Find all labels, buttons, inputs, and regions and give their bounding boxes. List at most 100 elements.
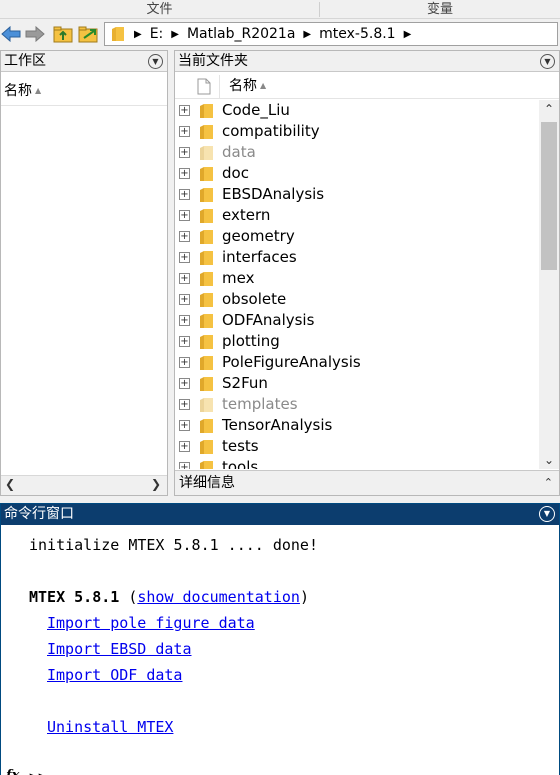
expand-details-icon[interactable]: ⌃ — [544, 471, 553, 495]
folder-row[interactable]: + doc — [175, 163, 531, 184]
details-header[interactable]: 详细信息 ⌃ — [175, 470, 559, 495]
expand-icon[interactable]: + — [179, 420, 190, 431]
breadcrumb-arrow-icon[interactable]: ▶ — [129, 29, 147, 40]
expand-icon[interactable]: + — [179, 294, 190, 305]
breadcrumb-arrow-icon[interactable]: ▶ — [298, 29, 316, 40]
folder-name: extern — [222, 206, 271, 224]
folder-name: tests — [222, 437, 259, 455]
folder-icon — [200, 188, 213, 202]
expand-icon[interactable]: + — [179, 126, 190, 137]
command-output[interactable]: initialize MTEX 5.8.1 .... done! MTEX 5.… — [25, 526, 559, 775]
command-gutter — [1, 526, 25, 775]
folder-icon — [200, 125, 213, 139]
scroll-up-icon[interactable]: ⌃ — [539, 100, 559, 118]
expand-icon[interactable]: + — [179, 189, 190, 200]
expand-icon[interactable]: + — [179, 231, 190, 242]
breadcrumb-arrow-icon[interactable]: ▶ — [399, 29, 417, 40]
breadcrumb-mtex[interactable]: mtex-5.8.1 — [316, 26, 398, 42]
tab-variables[interactable]: 变量 — [320, 0, 560, 19]
mtex-version-label: MTEX 5.8.1 — [29, 588, 120, 606]
folder-row[interactable]: + PoleFigureAnalysis — [175, 352, 531, 373]
folder-name: S2Fun — [222, 374, 268, 392]
workspace-name-column[interactable]: 名称 ▲ — [1, 80, 167, 106]
scroll-right-icon[interactable]: ❯ — [151, 477, 161, 491]
expand-icon[interactable]: + — [179, 378, 190, 389]
command-prompt[interactable]: >> — [29, 768, 47, 775]
expand-icon[interactable]: + — [179, 273, 190, 284]
scroll-left-icon[interactable]: ❮ — [5, 477, 15, 491]
expand-icon[interactable]: + — [179, 210, 190, 221]
folder-row[interactable]: + Code_Liu — [175, 100, 531, 121]
folder-row[interactable]: + extern — [175, 205, 531, 226]
file-type-icon — [197, 78, 211, 95]
folder-up-icon — [53, 26, 73, 43]
import-pole-figure-link[interactable]: Import pole figure data — [47, 614, 255, 632]
command-window: 命令行窗口 ▼ initialize MTEX 5.8.1 .... done!… — [0, 503, 560, 775]
folder-icon — [200, 167, 213, 181]
expand-icon[interactable]: + — [179, 105, 190, 116]
folder-row[interactable]: + EBSDAnalysis — [175, 184, 531, 205]
folder-name: templates — [222, 395, 298, 413]
uninstall-mtex-link[interactable]: Uninstall MTEX — [47, 718, 173, 736]
up-folder-button[interactable] — [52, 23, 74, 45]
expand-icon[interactable]: + — [179, 399, 190, 410]
folder-row[interactable]: + ODFAnalysis — [175, 310, 531, 331]
expand-icon[interactable]: + — [179, 147, 190, 158]
back-button[interactable] — [0, 23, 22, 45]
expand-icon[interactable]: + — [179, 315, 190, 326]
expand-icon[interactable]: + — [179, 336, 190, 347]
workspace-hscroll[interactable]: ❮ ❯ — [1, 475, 167, 495]
folder-row[interactable]: + S2Fun — [175, 373, 531, 394]
folder-name: PoleFigureAnalysis — [222, 353, 361, 371]
show-documentation-link[interactable]: show documentation — [137, 588, 300, 606]
scroll-down-icon[interactable]: ⌄ — [539, 451, 559, 469]
import-ebsd-link[interactable]: Import EBSD data — [47, 640, 192, 658]
folder-row[interactable]: + templates — [175, 394, 531, 415]
expand-icon[interactable]: + — [179, 462, 190, 469]
folder-name: plotting — [222, 332, 280, 350]
current-folder-panel: 当前文件夹 ▼ 名称 ▲ + Code_Liu + compatibility + data… — [174, 50, 560, 496]
column-name-header[interactable]: 名称 ▲ — [229, 75, 266, 97]
folder-vscroll[interactable]: ⌃ ⌄ — [539, 100, 559, 469]
folder-icon — [200, 314, 213, 328]
expand-icon[interactable]: + — [179, 357, 190, 368]
panel-menu-icon[interactable]: ▼ — [148, 54, 163, 69]
folder-row[interactable]: + mex — [175, 268, 531, 289]
folder-row[interactable]: + TensorAnalysis — [175, 415, 531, 436]
expand-icon[interactable]: + — [179, 168, 190, 179]
folder-name: tools — [222, 458, 259, 469]
folder-icon — [200, 377, 213, 391]
folder-icon — [112, 27, 124, 41]
command-window-title: 命令行窗口 — [4, 506, 74, 522]
forward-button[interactable] — [24, 23, 46, 45]
import-odf-link[interactable]: Import ODF data — [47, 666, 182, 684]
folder-name: ODFAnalysis — [222, 311, 315, 329]
folder-row[interactable]: + interfaces — [175, 247, 531, 268]
scroll-thumb[interactable] — [541, 122, 557, 270]
breadcrumb-arrow-icon[interactable]: ▶ — [166, 29, 184, 40]
folder-row[interactable]: + obsolete — [175, 289, 531, 310]
panel-menu-icon[interactable]: ▼ — [539, 506, 555, 522]
folder-row[interactable]: + tests — [175, 436, 531, 457]
folder-row[interactable]: + data — [175, 142, 531, 163]
expand-icon[interactable]: + — [179, 252, 190, 263]
back-arrow-icon — [1, 26, 21, 42]
panel-menu-icon[interactable]: ▼ — [540, 54, 555, 69]
folder-row[interactable]: + geometry — [175, 226, 531, 247]
folder-row[interactable]: + tools — [175, 457, 531, 469]
breadcrumb-drive[interactable]: E: — [147, 26, 167, 42]
address-bar[interactable]: ▶ E: ▶ Matlab_R2021a ▶ mtex-5.8.1 ▶ — [104, 22, 558, 46]
folder-row[interactable]: + compatibility — [175, 121, 531, 142]
browse-folder-button[interactable] — [78, 23, 100, 45]
folder-row[interactable]: + plotting — [175, 331, 531, 352]
file-list: + Code_Liu + compatibility + data + doc + EBSDAna… — [175, 100, 531, 469]
folder-name: Code_Liu — [222, 101, 290, 119]
column-name-label: 名称 — [4, 83, 32, 99]
expand-icon[interactable]: + — [179, 441, 190, 452]
folder-icon — [200, 419, 213, 433]
current-folder-columns: 名称 ▲ — [175, 75, 559, 99]
tab-files[interactable]: 文件 — [0, 0, 319, 19]
folder-name: geometry — [222, 227, 295, 245]
breadcrumb-matlab[interactable]: Matlab_R2021a — [184, 26, 298, 42]
function-browser-icon[interactable]: fx — [6, 768, 19, 775]
